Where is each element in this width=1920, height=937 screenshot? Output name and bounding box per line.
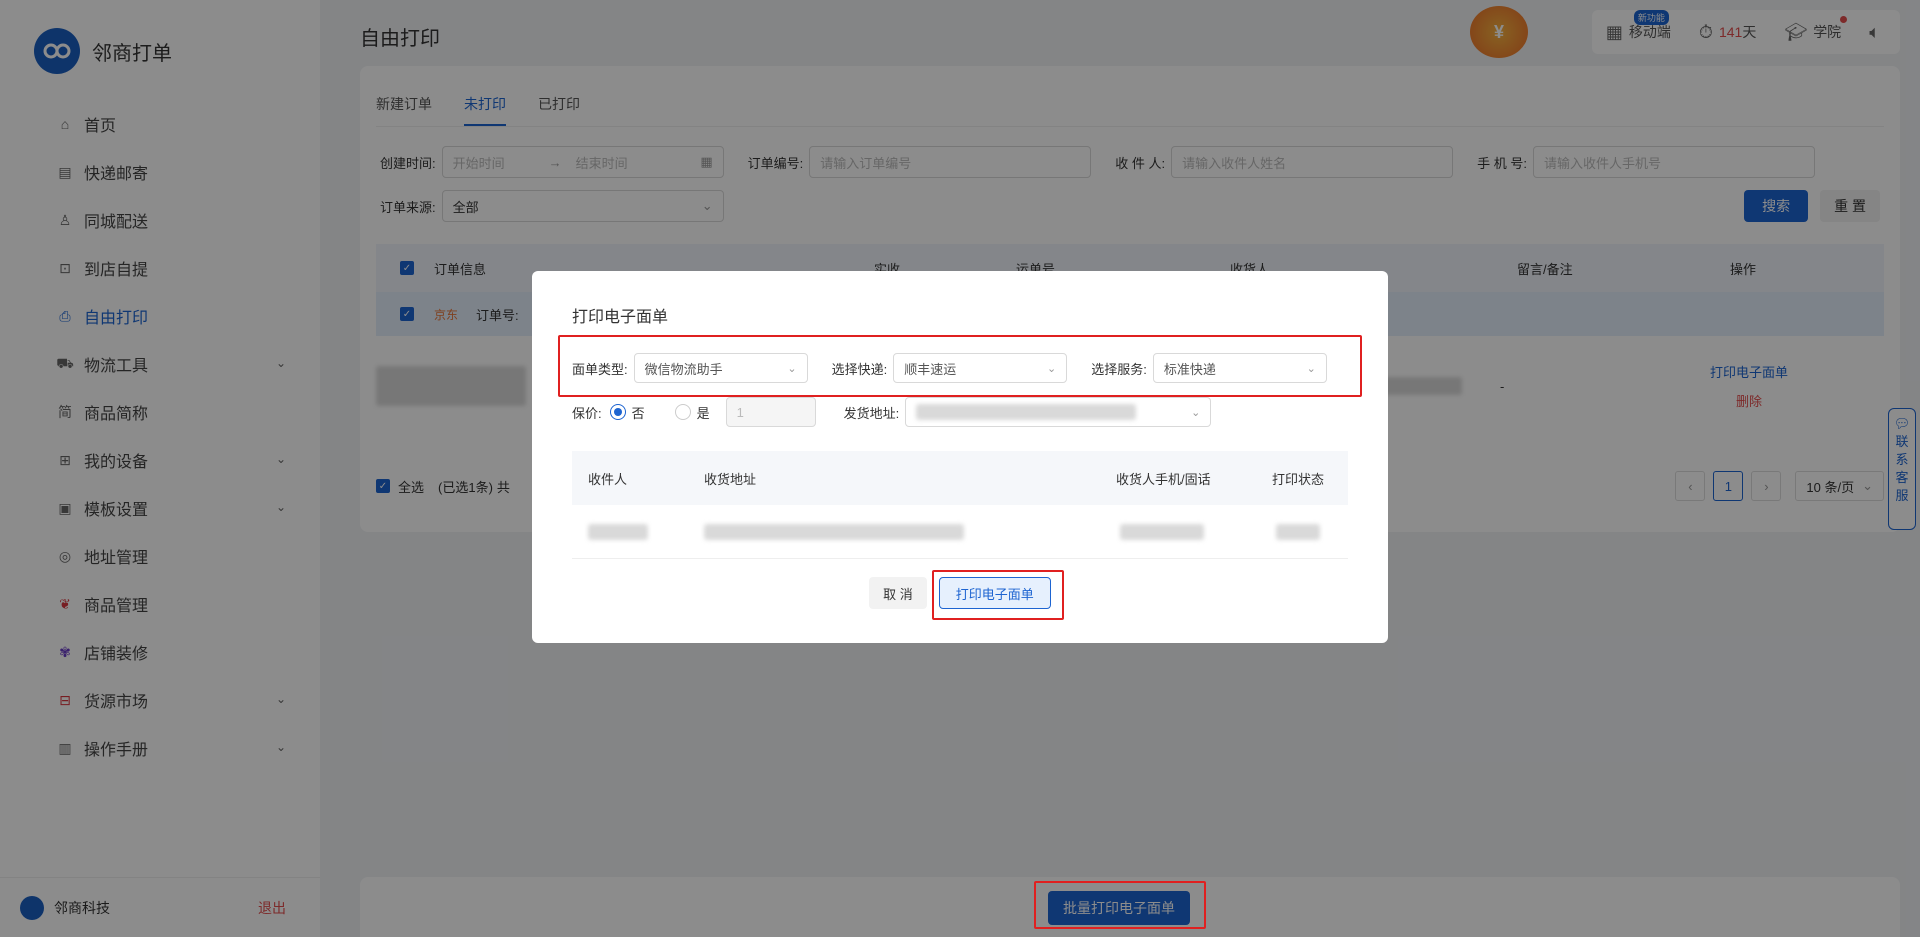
phone-blurred xyxy=(1120,523,1204,540)
dialog-row-2: 保价: 否 是 1 发货地址: ⌄ xyxy=(572,397,1212,427)
table-row xyxy=(572,505,1348,559)
address-blurred xyxy=(704,523,964,540)
dialog-table-header: 收件人 收货地址 收货人手机/固话 打印状态 xyxy=(572,451,1348,505)
insure-amount-value: 1 xyxy=(736,404,744,420)
sender-address-select[interactable]: ⌄ xyxy=(905,397,1212,427)
receiver-blurred xyxy=(588,523,648,540)
highlight-print-button xyxy=(932,570,1064,620)
cancel-button[interactable]: 取 消 xyxy=(869,577,927,609)
highlight-dialog-options xyxy=(558,335,1362,397)
dialog-title: 打印电子面单 xyxy=(572,309,669,326)
insure-amount-input[interactable]: 1 xyxy=(725,397,816,427)
col-receiver: 收件人 xyxy=(588,471,628,487)
insure-no-label: 否 xyxy=(631,405,645,421)
sender-address-blurred xyxy=(916,404,1137,420)
col-print-status: 打印状态 xyxy=(1272,471,1325,487)
chevron-down-icon: ⌄ xyxy=(1191,406,1201,419)
status-blurred xyxy=(1276,523,1320,540)
highlight-batch-print xyxy=(1034,881,1206,929)
print-waybill-dialog: 打印电子面单 面单类型: 微信物流助手 ⌄ 选择快递: 顺丰速运 ⌄ 选择服务: 标… xyxy=(532,271,1388,643)
insure-yes-label: 是 xyxy=(696,405,710,421)
insure-no-radio[interactable] xyxy=(609,404,626,420)
insure-yes-radio[interactable] xyxy=(674,404,691,420)
col-phone: 收货人手机/固话 xyxy=(1116,471,1211,487)
dialog-table: 收件人 收货地址 收货人手机/固话 打印状态 xyxy=(572,451,1348,559)
col-address: 收货地址 xyxy=(704,471,757,487)
sender-address-label: 发货地址: xyxy=(843,405,900,421)
insure-label: 保价: xyxy=(572,405,602,421)
